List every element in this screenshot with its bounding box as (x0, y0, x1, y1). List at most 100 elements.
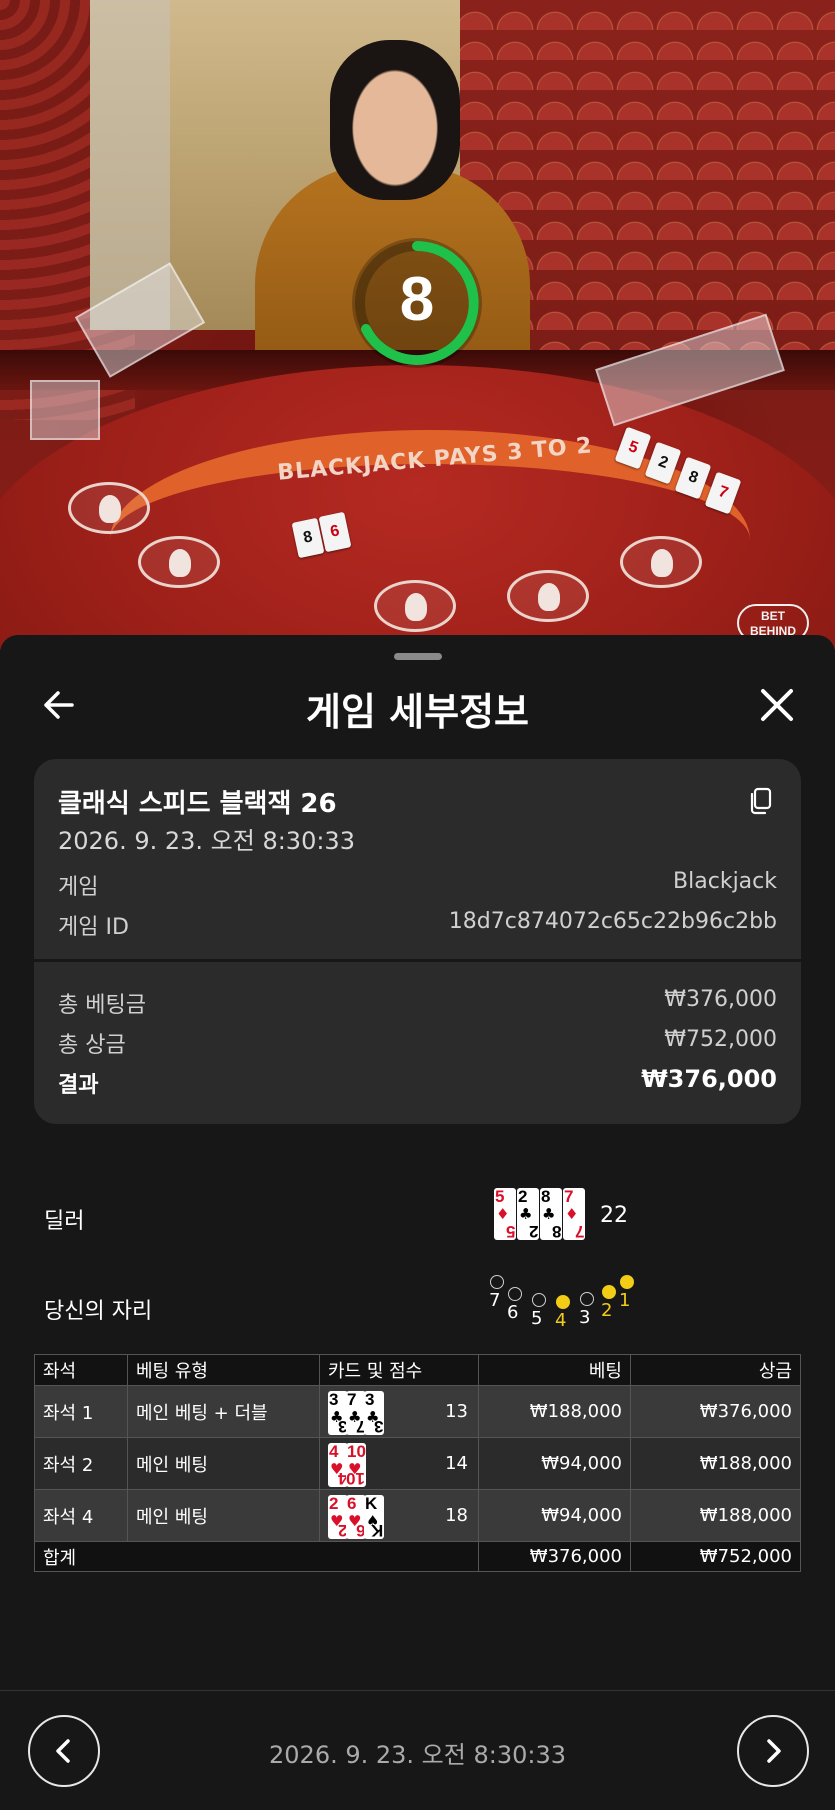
card-rank-inverted: 2 (528, 1222, 538, 1240)
total-win-value: ₩752,000 (664, 1027, 777, 1052)
card-rank: 5 (495, 1188, 505, 1206)
seat-dot (508, 1287, 522, 1301)
card-suit: ♦ (565, 1205, 579, 1223)
page-title: 게임 세부정보 (306, 690, 529, 734)
card-suit: ♣ (519, 1205, 533, 1223)
game-value: Blackjack (673, 869, 777, 894)
card-rank: 3 (329, 1390, 339, 1409)
your-seats-label: 당신의 자리 (44, 1299, 153, 1324)
game-id-value: 18d7c874072c65c22b96c2bb (448, 909, 777, 934)
playing-card: 7 ♣ 7 (346, 1390, 366, 1435)
game-id-label: 게임 ID (58, 915, 129, 940)
card-rank: 2 (329, 1494, 339, 1513)
copy-icon (750, 787, 772, 815)
footer-datetime: 2026. 9. 23. 오전 8:30:33 (269, 1741, 566, 1769)
col-header-cards: 카드 및 점수 (319, 1354, 479, 1386)
playing-card: 4 ♥ 4 (328, 1442, 348, 1487)
bet-cell: ₩94,000 (478, 1489, 631, 1542)
seat-results-table: 좌석 베팅 유형 카드 및 점수 베팅 상금 좌석 1 메인 베팅 + 더블 3 ♣ 3… (34, 1354, 801, 1572)
seat-dot (490, 1275, 504, 1289)
table-name: 클래식 스피드 블랙잭 26 (58, 789, 337, 819)
table-row: 좌석 4 메인 베팅 2 ♥ 2 6 ♥ 6 K ♠ K 18 ₩94,000 ₩188,000 (34, 1489, 801, 1542)
cards-cell: 4 ♥ 4 10 ♥ 10 14 (319, 1437, 479, 1490)
game-details-sheet: 게임 세부정보 클래식 스피드 블랙잭 26 2026. 9. 23. 오전 8… (0, 635, 835, 1810)
card-suit: ♣ (542, 1205, 556, 1223)
playing-card: 2 ♣ 2 (517, 1188, 539, 1240)
seat-cell: 좌석 4 (34, 1489, 128, 1542)
seat-dot (580, 1292, 594, 1306)
seat-number: 6 (507, 1302, 519, 1323)
seat-number: 1 (619, 1290, 631, 1311)
col-header-bet: 베팅 (478, 1354, 631, 1386)
playing-card: 8 ♣ 8 (540, 1188, 562, 1240)
seat-spot (138, 536, 220, 588)
win-cell: ₩188,000 (630, 1489, 801, 1542)
card-suit: ♦ (496, 1205, 510, 1223)
table-total-row: 합계 ₩376,000 ₩752,000 (34, 1541, 801, 1572)
seat-spot (68, 482, 150, 534)
total-label: 합계 (34, 1541, 479, 1572)
card-rank: 8 (541, 1188, 551, 1206)
card-rank: 2 (518, 1188, 528, 1206)
col-header-win: 상금 (630, 1354, 801, 1386)
result-label: 결과 (58, 1073, 99, 1098)
sheet-drag-handle[interactable] (394, 653, 442, 660)
hand-score: 14 (445, 1453, 468, 1474)
close-button[interactable] (755, 683, 799, 727)
dealer-label: 딜러 (44, 1209, 85, 1234)
bet-type-cell: 메인 베팅 (127, 1437, 320, 1490)
playing-card: 6 ♥ 6 (346, 1494, 366, 1539)
playing-card: 10 ♥ 10 (346, 1442, 366, 1487)
seat-number: 3 (579, 1307, 591, 1328)
playing-card: 5 ♦ 5 (494, 1188, 516, 1240)
card-rank-inverted: 8 (551, 1222, 561, 1240)
card-rank: 7 (347, 1390, 357, 1409)
live-video-feed: BLACKJACK PAYS 3 TO 2 8 6 5 2 8 7 8 BET … (0, 0, 835, 650)
card-rank-inverted: K (370, 1520, 383, 1539)
seat-number: 2 (601, 1300, 613, 1321)
seat-dot (556, 1295, 570, 1309)
dealer-score: 22 (600, 1203, 628, 1228)
result-value: ₩376,000 (641, 1065, 777, 1093)
seat-cell: 좌석 2 (34, 1437, 128, 1490)
card-rank: 10 (347, 1442, 366, 1461)
card-rank: 4 (329, 1442, 339, 1461)
bet-type-cell: 메인 베팅 (127, 1489, 320, 1542)
seat-number: 5 (531, 1308, 543, 1329)
seat-dot (620, 1275, 634, 1289)
total-bet-label: 총 베팅금 (58, 993, 146, 1018)
table-row: 좌석 2 메인 베팅 4 ♥ 4 10 ♥ 10 14 ₩94,000 ₩188,000 (34, 1437, 801, 1490)
seat-spot (620, 536, 702, 588)
game-datetime: 2026. 9. 23. 오전 8:30:33 (58, 827, 355, 855)
dealer-head (330, 40, 460, 200)
win-cell: ₩188,000 (630, 1437, 801, 1490)
seat-number: 7 (489, 1290, 501, 1311)
card-rank: 6 (347, 1494, 357, 1513)
seat-spot (507, 570, 589, 622)
col-header-seat: 좌석 (34, 1354, 128, 1386)
card-rank: K (365, 1494, 378, 1513)
seat-dot (532, 1293, 546, 1307)
card-rank-inverted: 5 (505, 1222, 515, 1240)
seat-dot (602, 1285, 616, 1299)
playing-card: 7 ♦ 7 (563, 1188, 585, 1240)
next-game-button[interactable] (737, 1715, 809, 1787)
footer-divider (0, 1690, 835, 1691)
discard-tray (30, 380, 100, 440)
total-bet: ₩376,000 (478, 1541, 631, 1572)
cards-cell: 3 ♣ 3 7 ♣ 7 3 ♣ 3 13 (319, 1385, 479, 1438)
total-win-label: 총 상금 (58, 1033, 126, 1058)
copy-button[interactable] (748, 787, 772, 815)
playing-card: 3 ♣ 3 (364, 1390, 384, 1435)
total-win: ₩752,000 (630, 1541, 801, 1572)
bet-cell: ₩188,000 (478, 1385, 631, 1438)
card-rank: 3 (365, 1390, 375, 1409)
seat-cell: 좌석 1 (34, 1385, 128, 1438)
card-rank-inverted: 7 (574, 1222, 584, 1240)
card-rank-inverted: 10 (346, 1468, 365, 1487)
timer-value: 8 (399, 265, 435, 334)
cards-cell: 2 ♥ 2 6 ♥ 6 K ♠ K 18 (319, 1489, 479, 1542)
bet-summary-card: 총 베팅금 ₩376,000 총 상금 ₩752,000 결과 ₩376,000 (34, 962, 801, 1124)
playing-card: K ♠ K (364, 1494, 384, 1539)
hand-score: 13 (445, 1401, 468, 1422)
